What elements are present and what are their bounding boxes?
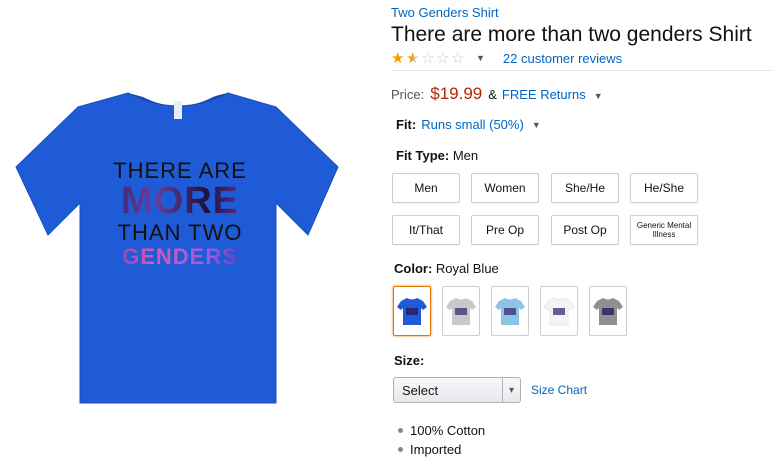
rating-chevron-down-icon[interactable]: ▼ xyxy=(476,53,485,63)
tshirt-thumbnail-icon xyxy=(495,298,525,325)
brand-link[interactable]: Two Genders Shirt xyxy=(391,5,499,20)
shirt-text-line-4: GENDERS xyxy=(100,246,260,268)
color-swatch-baby-blue[interactable] xyxy=(491,286,529,336)
tshirt-thumbnail-icon xyxy=(397,298,427,325)
color-value: Royal Blue xyxy=(435,261,499,276)
fit-type-option-he-she[interactable]: He/She xyxy=(630,173,698,203)
product-title: There are more than two genders Shirt xyxy=(391,23,752,46)
fit-link[interactable]: Runs small (50%) xyxy=(421,117,524,132)
product-image[interactable]: THERE ARE MORE THAN TWO GENDERS xyxy=(0,0,380,465)
color-row: Color: Royal Blue xyxy=(394,261,499,276)
list-item: Imported xyxy=(398,440,485,459)
fit-type-option-it-that[interactable]: It/That xyxy=(392,215,460,245)
tshirt-thumbnail-icon xyxy=(593,298,623,325)
divider xyxy=(391,70,772,71)
returns-chevron-down-icon[interactable]: ▼ xyxy=(594,91,603,101)
free-returns-link[interactable]: FREE Returns xyxy=(502,87,586,102)
size-chart-link[interactable]: Size Chart xyxy=(531,383,587,397)
size-select-value: Select xyxy=(402,382,439,398)
fit-type-option-men[interactable]: Men xyxy=(392,173,460,203)
star-half-icon: ★ xyxy=(406,49,420,67)
feature-bullets: 100% Cotton Imported xyxy=(398,421,485,459)
color-swatch-heather-grey[interactable] xyxy=(589,286,627,336)
star-rating[interactable]: ★ ★ ☆ ☆ ☆ xyxy=(391,51,466,66)
list-item: 100% Cotton xyxy=(398,421,485,440)
fit-type-option-pre-op[interactable]: Pre Op xyxy=(471,215,539,245)
fit-type-option-generic-mental-illness[interactable]: Generic Mental Illness xyxy=(630,215,698,245)
chevron-down-icon: ▾ xyxy=(502,378,520,402)
fit-type-option-post-op[interactable]: Post Op xyxy=(551,215,619,245)
rating-row: ★ ★ ☆ ☆ ☆ ▼ 22 customer reviews xyxy=(391,49,622,67)
shirt-graphic: THERE ARE MORE THAN TWO GENDERS xyxy=(100,160,260,268)
fit-row: Fit: Runs small (50%) ▼ xyxy=(396,117,541,132)
star-empty-icon: ☆ xyxy=(421,49,435,67)
fit-type-label: Fit Type: xyxy=(396,148,450,163)
color-swatch-white[interactable] xyxy=(540,286,578,336)
price-ampersand: & xyxy=(488,87,497,102)
size-label: Size: xyxy=(394,353,425,368)
fit-chevron-down-icon[interactable]: ▼ xyxy=(532,120,541,130)
color-swatch-silver[interactable] xyxy=(442,286,480,336)
fit-type-row: Fit Type: Men xyxy=(396,148,478,163)
fit-type-value: Men xyxy=(452,148,479,163)
shirt-text-line-3: THAN TWO xyxy=(117,220,243,245)
bullet-text: 100% Cotton xyxy=(410,423,486,438)
price-row: Price: $19.99 & FREE Returns ▼ xyxy=(391,84,603,104)
color-swatch-royal-blue[interactable] xyxy=(393,286,431,336)
price-value: $19.99 xyxy=(430,84,483,103)
bullet-text: Imported xyxy=(410,442,462,457)
star-empty-icon: ☆ xyxy=(451,49,465,67)
fit-label: Fit: xyxy=(396,117,417,132)
star-icon: ★ xyxy=(391,49,405,67)
tshirt-thumbnail-icon xyxy=(446,298,476,325)
bullet-icon xyxy=(398,447,403,452)
color-label: Color: xyxy=(394,261,433,276)
bullet-icon xyxy=(398,428,403,433)
size-select[interactable]: Select ▾ xyxy=(393,377,521,403)
price-label: Price: xyxy=(391,87,425,102)
star-empty-icon: ☆ xyxy=(436,49,450,67)
tshirt-thumbnail-icon xyxy=(543,297,575,326)
shirt-text-line-2: MORE xyxy=(100,182,260,220)
fit-type-option-women[interactable]: Women xyxy=(471,173,539,203)
shirt-text-line-1: THERE ARE xyxy=(113,158,247,183)
fit-type-option-she-he[interactable]: She/He xyxy=(551,173,619,203)
customer-reviews-link[interactable]: 22 customer reviews xyxy=(503,51,622,66)
